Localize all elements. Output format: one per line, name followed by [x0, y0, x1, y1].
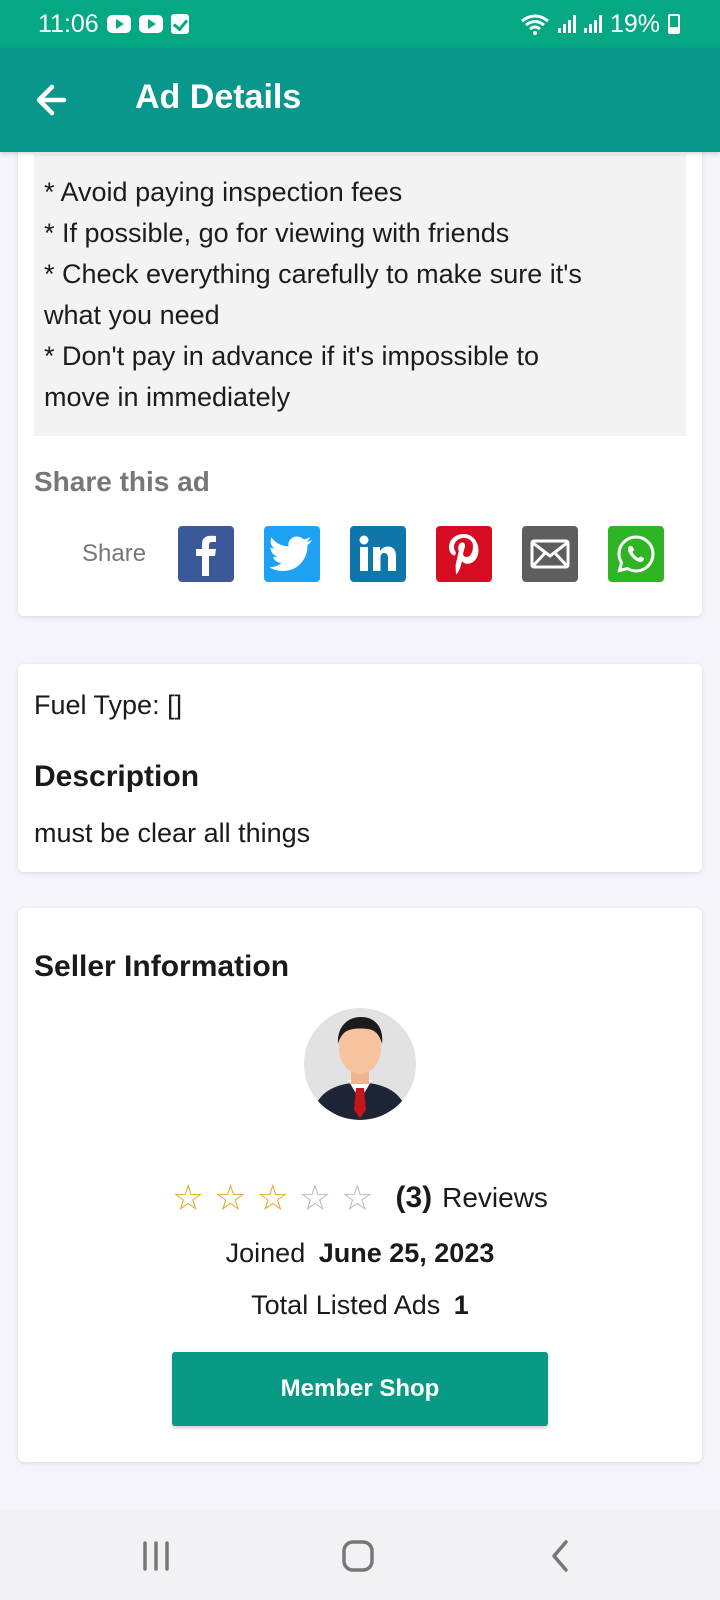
review-count[interactable]: (3): [395, 1181, 432, 1215]
battery-percent: 19%: [609, 9, 660, 38]
safety-tips-card: * Avoid paying inspection fees * If poss…: [18, 140, 702, 616]
listed-ads-count: 1: [453, 1290, 469, 1320]
recent-apps-icon: [143, 1541, 169, 1571]
home-icon: [342, 1540, 374, 1572]
chevron-left-icon: [552, 1540, 568, 1572]
whatsapp-icon: [617, 535, 655, 573]
share-facebook-button[interactable]: [178, 526, 234, 582]
youtube-notification-icon: [106, 15, 131, 33]
star-filled-icon: ☆: [214, 1177, 247, 1218]
system-nav-bar: [0, 1510, 720, 1600]
tip-line: * If possible, go for viewing with frien…: [44, 218, 510, 248]
status-left: 11:06: [38, 10, 189, 39]
app-bar: Ad Details: [0, 48, 720, 152]
description-text: must be clear all things: [34, 818, 311, 848]
share-pinterest-button[interactable]: [436, 526, 492, 582]
back-button[interactable]: [34, 82, 74, 118]
share-linkedin-button[interactable]: [350, 526, 406, 582]
system-back-button[interactable]: [530, 1536, 590, 1576]
seller-heading: Seller Information: [34, 950, 290, 983]
tip-line: move in immediately: [44, 382, 291, 412]
listed-ads-label: Total Listed Ads: [251, 1290, 441, 1320]
star-filled-icon: ☆: [172, 1177, 205, 1218]
share-email-button[interactable]: [522, 526, 578, 582]
avatar[interactable]: [304, 1008, 416, 1120]
share-row: Share: [34, 526, 686, 584]
status-right: 19%: [520, 10, 680, 39]
rating-row: ☆ ☆ ☆ ☆ ☆ (3) Reviews: [18, 1176, 702, 1220]
details-card: Fuel Type: [] Description must be clear …: [18, 664, 702, 872]
reviews-link[interactable]: Reviews: [442, 1182, 548, 1214]
listed-ads-row: Total Listed Ads 1: [18, 1290, 702, 1321]
share-title: Share this ad: [34, 466, 210, 497]
tip-line: * Check everything carefully to make sur…: [44, 259, 582, 289]
signal-icon: [557, 15, 576, 33]
tip-line: * Avoid paying inspection fees: [44, 177, 403, 207]
member-shop-button[interactable]: Member Shop: [172, 1352, 548, 1426]
twitter-icon: [270, 536, 312, 571]
wifi-icon: [521, 14, 549, 35]
star-empty-icon: ☆: [298, 1177, 332, 1218]
share-whatsapp-button[interactable]: [608, 526, 664, 582]
fuel-type: Fuel Type: []: [34, 690, 183, 720]
facebook-icon: [196, 535, 216, 576]
joined-label: Joined: [225, 1238, 306, 1268]
share-twitter-button[interactable]: [264, 526, 320, 582]
share-label: Share: [82, 540, 147, 567]
tip-line: what you need: [44, 300, 220, 330]
joined-row: Joined June 25, 2023: [18, 1238, 702, 1269]
arrow-left-icon: [36, 84, 67, 116]
tip-line: * Don't pay in advance if it's impossibl…: [44, 341, 540, 371]
recent-apps-button[interactable]: [126, 1536, 186, 1576]
star-filled-icon: ☆: [256, 1177, 289, 1218]
page-title: Ad Details: [135, 78, 302, 116]
description-heading: Description: [34, 760, 200, 793]
pinterest-icon: [449, 534, 479, 575]
home-button[interactable]: [328, 1536, 388, 1576]
battery-icon: [668, 14, 680, 34]
status-bar: 11:06 19%: [0, 0, 720, 48]
seller-avatar-icon: [304, 1008, 416, 1120]
task-notification-icon: [170, 14, 189, 34]
youtube-notification-icon: [138, 15, 163, 33]
safety-tips-box: * Avoid paying inspection fees * If poss…: [34, 154, 686, 436]
seller-card: Seller Information ☆ ☆ ☆ ☆ ☆ (3) Reviews…: [18, 908, 702, 1462]
joined-date: June 25, 2023: [318, 1238, 495, 1268]
email-icon: [530, 539, 570, 569]
signal-icon: [583, 15, 602, 33]
status-time: 11:06: [38, 9, 99, 38]
linkedin-icon: [359, 535, 396, 571]
star-empty-icon: ☆: [341, 1177, 374, 1218]
